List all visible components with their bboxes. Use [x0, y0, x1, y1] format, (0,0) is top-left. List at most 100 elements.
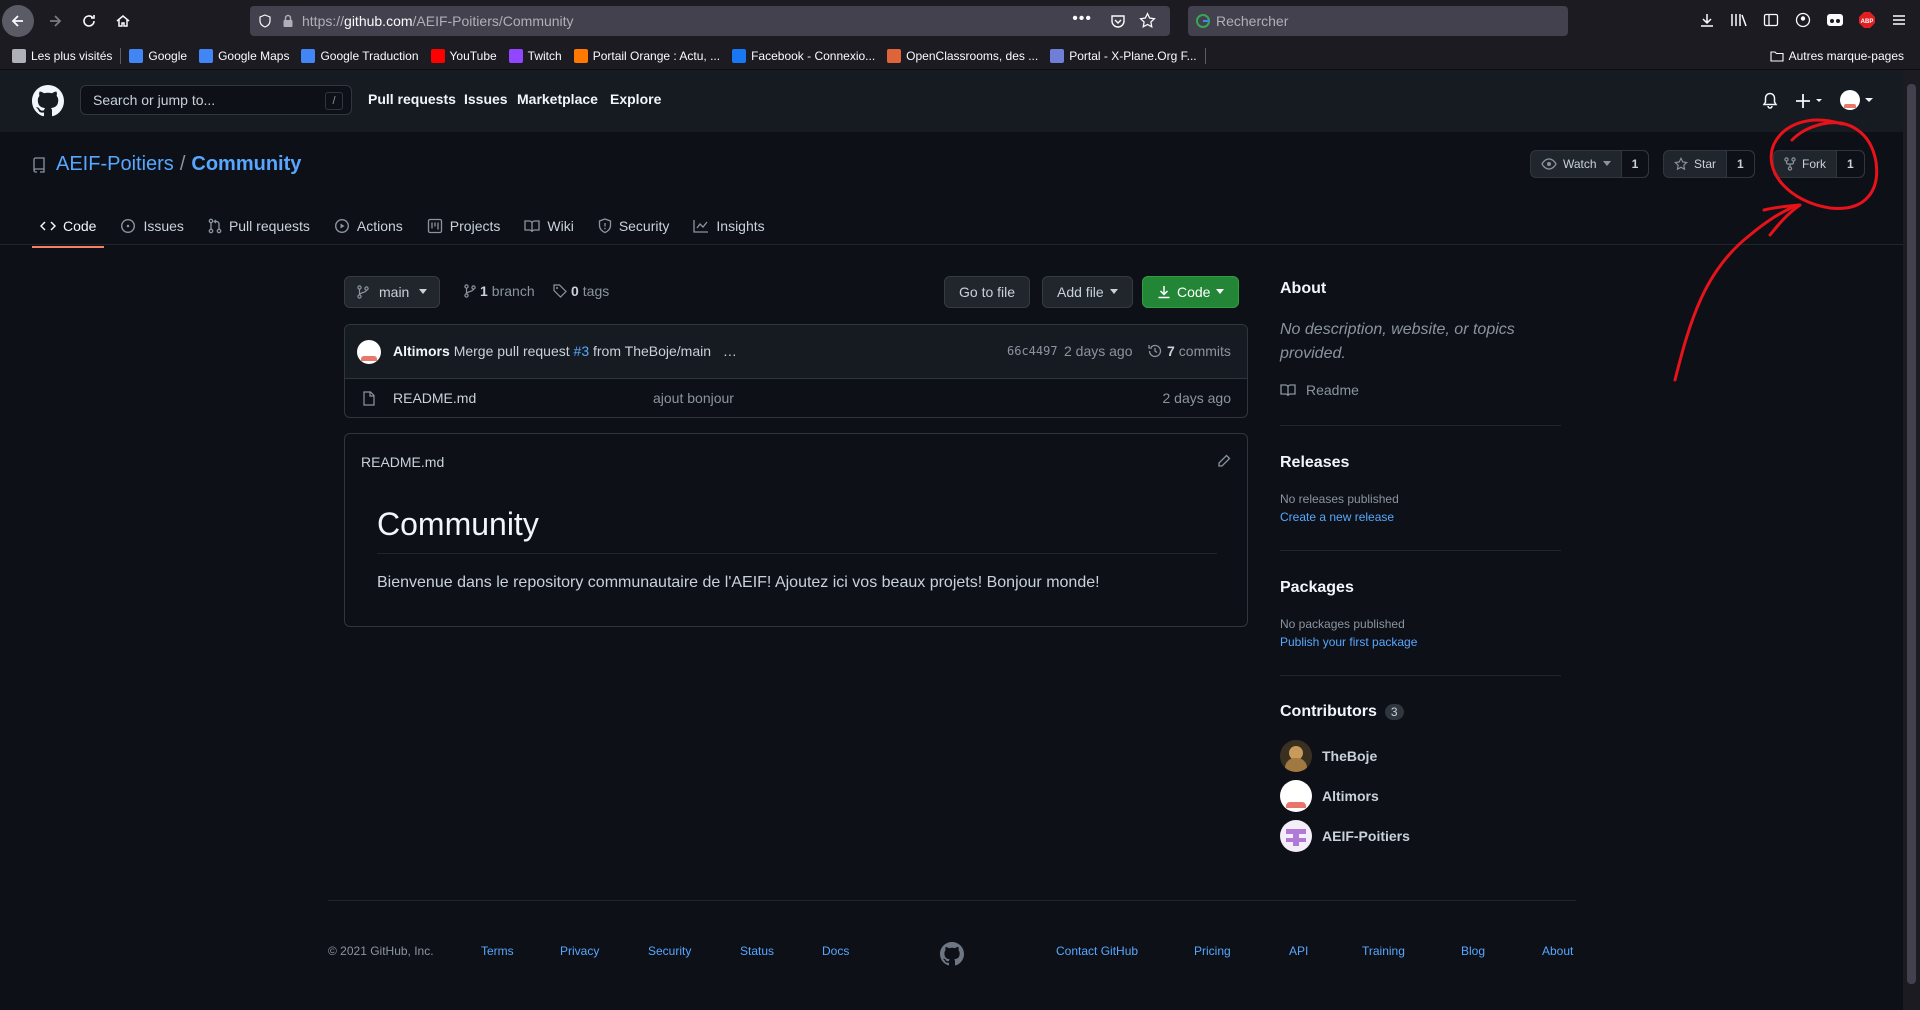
readme-sidebar-link[interactable]: Readme — [1280, 382, 1359, 398]
pocket-icon[interactable] — [1110, 13, 1126, 29]
user-avatar-menu[interactable] — [1840, 90, 1875, 110]
bookmark-item[interactable]: Portal - X-Plane.Org F... — [1044, 48, 1202, 63]
sidebar-icon[interactable] — [1760, 8, 1782, 32]
account-icon[interactable] — [1792, 8, 1814, 32]
watch-button[interactable]: Watch — [1531, 151, 1622, 177]
tab-actions[interactable]: Actions — [326, 206, 411, 246]
code-download-button[interactable]: Code — [1142, 276, 1240, 308]
readme-filename: README.md — [361, 454, 445, 470]
bookmark-item[interactable]: Google Traduction — [295, 48, 424, 63]
footer-link-pricing[interactable]: Pricing — [1194, 944, 1231, 958]
footer-link-status[interactable]: Status — [740, 944, 774, 958]
fork-count[interactable]: 1 — [1837, 151, 1864, 177]
branches-link[interactable]: 1 branch — [464, 283, 535, 299]
other-bookmarks[interactable]: Autres marque-pages — [1764, 49, 1910, 63]
bookmark-item[interactable]: Twitch — [503, 48, 568, 63]
home-button[interactable] — [106, 4, 140, 38]
orange-icon — [573, 48, 588, 63]
tab-security[interactable]: Security — [590, 206, 678, 246]
url-bar[interactable]: https://github.com/AEIF-Poitiers/Communi… — [250, 6, 1170, 36]
pr-link[interactable]: #3 — [574, 343, 590, 359]
commit-expand-button[interactable]: … — [723, 343, 737, 359]
footer-link-docs[interactable]: Docs — [822, 944, 849, 958]
bookmark-item[interactable]: Facebook - Connexio... — [726, 48, 881, 63]
github-search-input[interactable]: Search or jump to... / — [80, 85, 352, 115]
shield-icon[interactable] — [258, 14, 272, 28]
contributors-title[interactable]: Contributors — [1280, 703, 1377, 721]
contributor-item[interactable]: TheBoje — [1280, 740, 1377, 772]
commit-author[interactable]: Altimors — [393, 343, 450, 359]
fork-label: Fork — [1802, 157, 1826, 171]
watch-count[interactable]: 1 — [1621, 151, 1649, 177]
tab-wiki[interactable]: Wiki — [516, 206, 581, 246]
tab-code[interactable]: Code — [32, 206, 105, 248]
code-icon — [40, 221, 56, 231]
footer-link-training[interactable]: Training — [1362, 944, 1405, 958]
branch-select-button[interactable]: main — [344, 276, 441, 308]
bookmark-star-icon[interactable] — [1139, 12, 1156, 29]
footer-link-contact[interactable]: Contact GitHub — [1056, 944, 1138, 958]
bookmark-item[interactable]: Google Maps — [193, 48, 295, 63]
tab-pull-requests[interactable]: Pull requests — [200, 206, 318, 246]
bell-icon[interactable] — [1762, 92, 1778, 110]
file-row[interactable]: README.md ajout bonjour 2 days ago — [345, 379, 1247, 417]
footer-link-security[interactable]: Security — [648, 944, 691, 958]
tab-projects[interactable]: Projects — [419, 206, 509, 246]
github-logo-icon[interactable] — [32, 85, 64, 117]
scrollbar-thumb[interactable] — [1907, 84, 1916, 984]
scrollbar[interactable] — [1903, 70, 1920, 1010]
tab-issues[interactable]: Issues — [112, 206, 191, 246]
nav-pull-requests[interactable]: Pull requests — [368, 91, 456, 107]
extension-icon[interactable] — [1824, 8, 1846, 32]
nav-issues[interactable]: Issues — [464, 91, 508, 107]
contributor-item[interactable]: Altimors — [1280, 780, 1379, 812]
bookmark-item[interactable]: OpenClassrooms, des ... — [881, 48, 1044, 63]
repo-owner-link[interactable]: AEIF-Poitiers — [56, 153, 174, 176]
fork-button[interactable]: Fork — [1774, 151, 1837, 177]
download-icon[interactable] — [1696, 8, 1718, 32]
star-button[interactable]: Star — [1664, 151, 1728, 177]
commit-message-suffix[interactable]: from TheBoje/main — [593, 343, 711, 359]
browser-search-field[interactable]: Rechercher — [1188, 6, 1568, 36]
page-actions-icon[interactable]: ••• — [1072, 10, 1092, 28]
file-commit-message[interactable]: ajout bonjour — [653, 390, 734, 406]
library-icon[interactable] — [1728, 8, 1750, 32]
github-mark-icon[interactable] — [940, 942, 964, 966]
bookmark-item[interactable]: Google — [123, 48, 193, 63]
repo-name-link[interactable]: Community — [191, 153, 301, 176]
nav-marketplace[interactable]: Marketplace — [517, 91, 598, 107]
menu-icon[interactable] — [1888, 8, 1910, 32]
footer-link-privacy[interactable]: Privacy — [560, 944, 599, 958]
create-release-link[interactable]: Create a new release — [1280, 510, 1394, 524]
commits-history-link[interactable]: 7 commits — [1147, 343, 1231, 359]
footer-link-about[interactable]: About — [1542, 944, 1573, 958]
file-name-link[interactable]: README.md — [393, 390, 476, 406]
bookmark-item[interactable]: YouTube — [425, 48, 503, 63]
footer-link-api[interactable]: API — [1289, 944, 1308, 958]
forward-button[interactable] — [38, 4, 72, 38]
packages-title[interactable]: Packages — [1280, 579, 1354, 597]
nav-explore[interactable]: Explore — [610, 91, 661, 107]
go-to-file-button[interactable]: Go to file — [944, 276, 1031, 308]
contributor-item[interactable]: AEIF-Poitiers — [1280, 820, 1410, 852]
tags-link[interactable]: 0 tags — [553, 283, 609, 299]
pencil-icon[interactable] — [1217, 454, 1231, 468]
footer-link-terms[interactable]: Terms — [481, 944, 514, 958]
tab-insights[interactable]: Insights — [685, 206, 772, 246]
lock-icon[interactable] — [282, 14, 294, 28]
star-label: Star — [1694, 157, 1717, 171]
star-count[interactable]: 1 — [1727, 151, 1754, 177]
commit-sha[interactable]: 66c4497 — [1007, 344, 1058, 358]
avatar[interactable] — [357, 340, 381, 364]
bookmark-item[interactable]: Portail Orange : Actu, ... — [568, 48, 726, 63]
add-file-button[interactable]: Add file — [1042, 276, 1133, 308]
bookmark-item[interactable]: Les plus visités — [6, 48, 118, 63]
adblock-icon[interactable]: ABP — [1856, 8, 1878, 32]
back-button[interactable] — [2, 5, 34, 37]
releases-title[interactable]: Releases — [1280, 454, 1349, 472]
footer-link-blog[interactable]: Blog — [1461, 944, 1485, 958]
create-new-icon[interactable] — [1795, 92, 1825, 110]
publish-package-link[interactable]: Publish your first package — [1280, 635, 1417, 649]
reload-button[interactable] — [72, 4, 106, 38]
commit-message-prefix[interactable]: Merge pull request — [454, 343, 570, 359]
